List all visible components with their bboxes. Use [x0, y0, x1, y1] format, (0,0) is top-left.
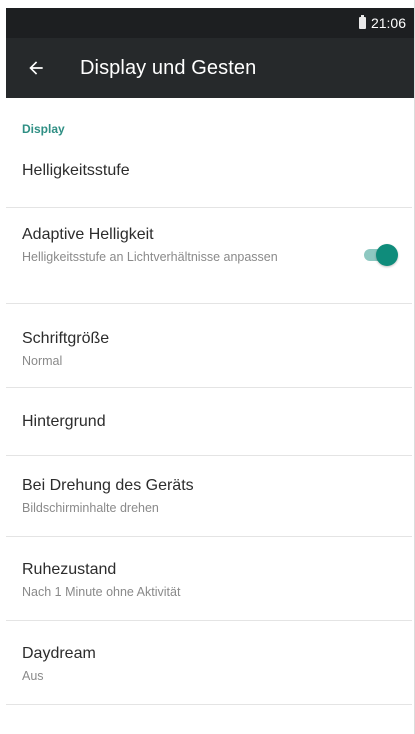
divider	[6, 455, 412, 456]
arrow-left-icon	[29, 61, 43, 75]
divider	[6, 620, 412, 621]
setting-title: Daydream	[22, 645, 96, 662]
setting-summary: Helligkeitsstufe an Lichtverhältnisse an…	[22, 250, 278, 264]
setting-summary: Normal	[22, 354, 63, 368]
setting-title: Schriftgröße	[22, 330, 110, 347]
status-bar: 21:06	[6, 8, 414, 38]
setting-title: Helligkeitsstufe	[22, 162, 130, 179]
divider	[6, 704, 412, 705]
setting-wallpaper[interactable]: Hintergrund	[6, 412, 412, 432]
screen: 21:06 Display und Gesten Display Helligk…	[0, 0, 415, 734]
settings-list: Display Helligkeitsstufe Adaptive Hellig…	[6, 98, 414, 728]
setting-font-size[interactable]: Schriftgröße Normal	[6, 329, 412, 369]
setting-adaptive-brightness[interactable]: Adaptive Helligkeit Helligkeitsstufe an …	[6, 225, 412, 265]
setting-brightness-level[interactable]: Helligkeitsstufe	[6, 161, 412, 181]
adaptive-brightness-toggle[interactable]	[362, 244, 398, 266]
battery-icon	[358, 15, 366, 29]
setting-summary: Nach 1 Minute ohne Aktivität	[22, 585, 181, 599]
setting-daydream[interactable]: Daydream Aus	[6, 644, 412, 684]
app-bar: Display und Gesten	[6, 38, 414, 98]
setting-summary: Aus	[22, 669, 44, 683]
setting-title: Hintergrund	[22, 413, 106, 430]
setting-title: Bei Drehung des Geräts	[22, 477, 194, 494]
page-title: Display und Gesten	[80, 56, 257, 79]
setting-device-rotation[interactable]: Bei Drehung des Geräts Bildschirminhalte…	[6, 476, 412, 516]
divider	[6, 536, 412, 537]
divider	[6, 207, 412, 208]
status-time: 21:06	[370, 15, 406, 31]
setting-title: Ruhezustand	[22, 561, 117, 578]
setting-sleep[interactable]: Ruhezustand Nach 1 Minute ohne Aktivität	[6, 560, 412, 600]
setting-summary: Bildschirminhalte drehen	[22, 501, 159, 515]
toggle-thumb	[376, 244, 398, 266]
setting-title: Adaptive Helligkeit	[22, 226, 154, 243]
divider	[6, 387, 412, 388]
back-button[interactable]	[8, 38, 64, 98]
section-header-display: Display	[22, 122, 65, 136]
divider	[6, 303, 412, 304]
